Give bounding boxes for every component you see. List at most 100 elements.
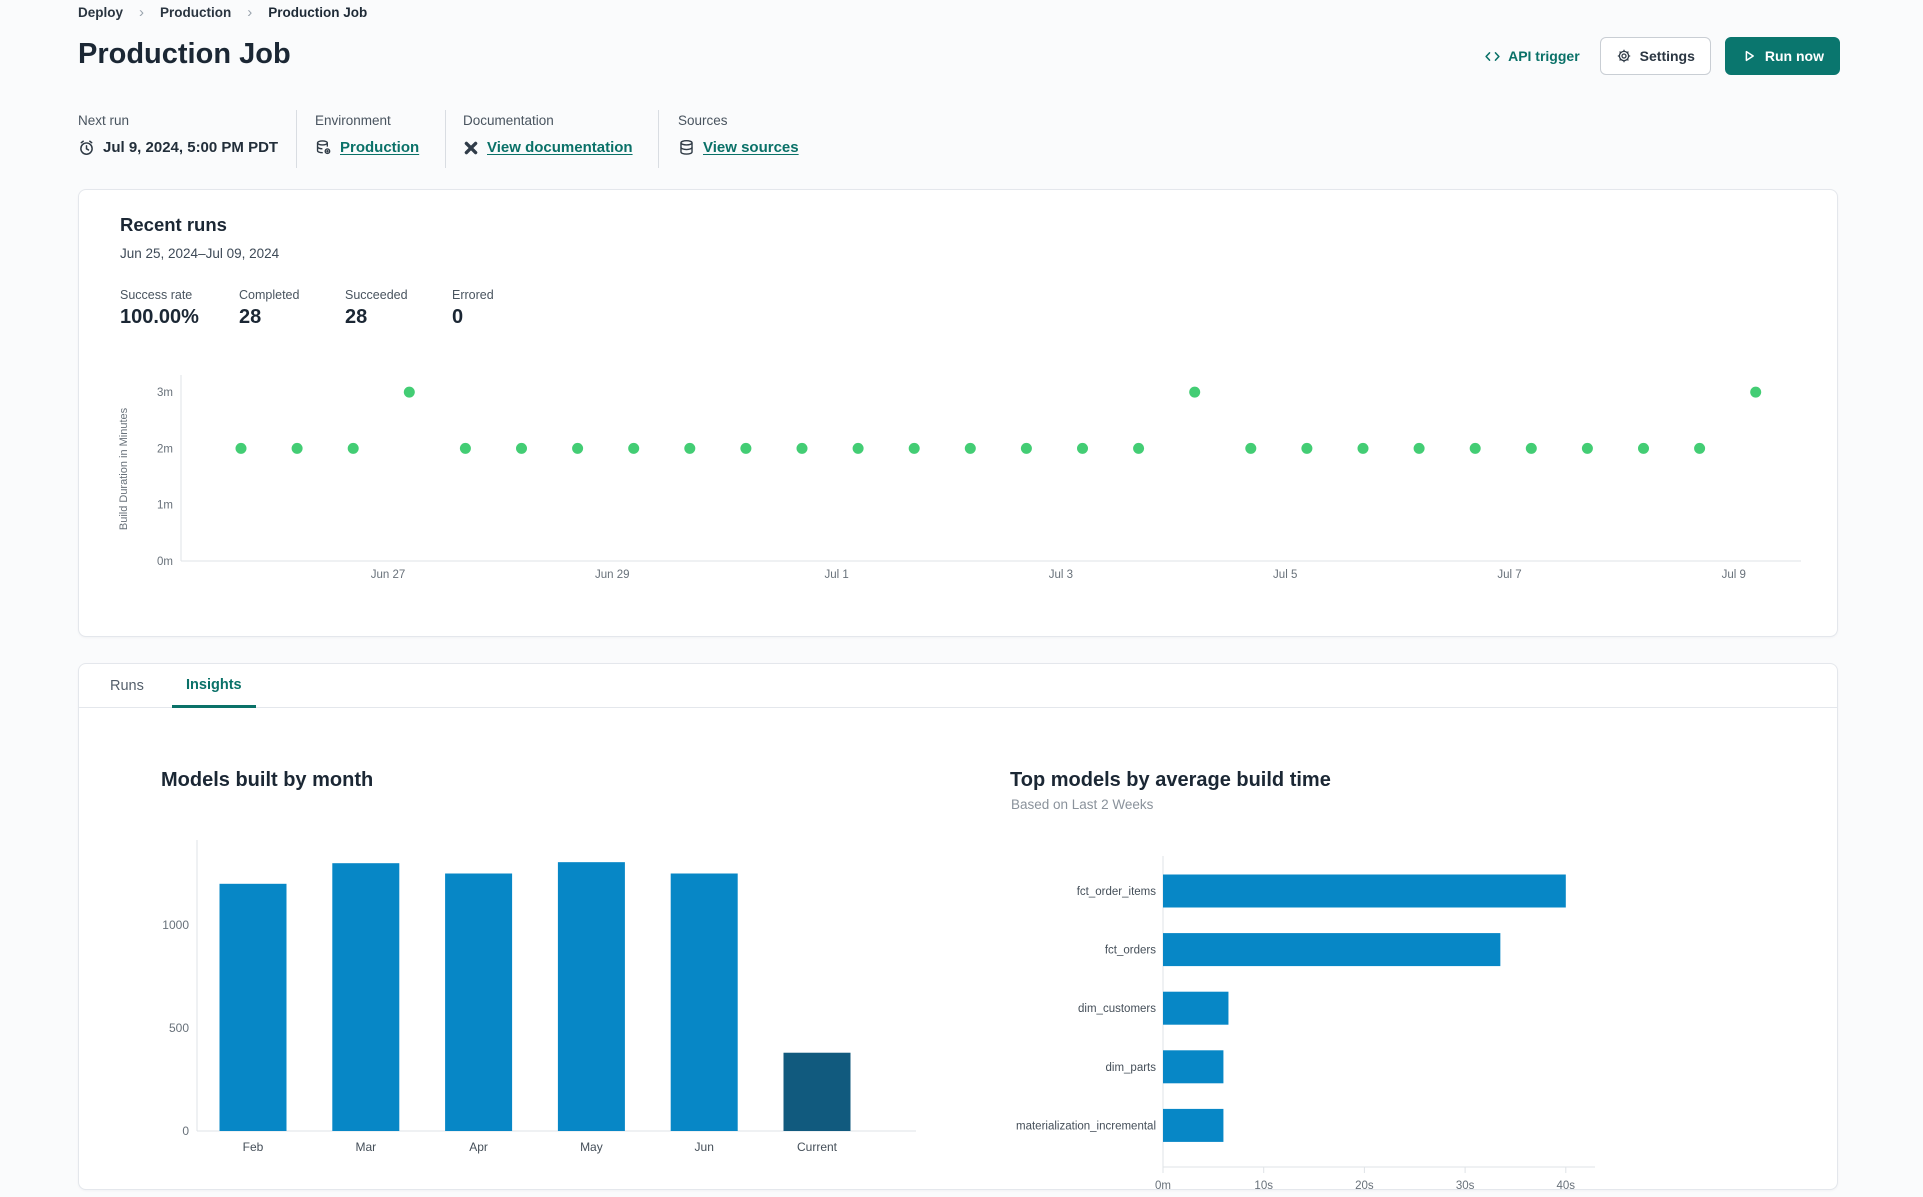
run-duration-dot[interactable] xyxy=(1694,442,1706,454)
stat-success-rate: Success rate 100.00% xyxy=(120,288,199,329)
run-duration-dot[interactable] xyxy=(235,442,247,454)
run-duration-dot[interactable] xyxy=(403,386,415,398)
month-bar-may[interactable] xyxy=(557,862,625,1131)
x-tick-label: Apr xyxy=(469,1140,488,1154)
run-duration-dot[interactable] xyxy=(796,442,808,454)
x-tick-label: Jul 1 xyxy=(824,569,848,581)
environment-label: Environment xyxy=(315,113,391,128)
model-label: dim_customers xyxy=(1078,1003,1156,1015)
run-duration-dot[interactable] xyxy=(1413,442,1425,454)
x-tick-label: Jun 27 xyxy=(371,569,406,581)
api-trigger-label: API trigger xyxy=(1508,48,1580,64)
breadcrumb: Deploy › Production › Production Job xyxy=(78,4,367,21)
top-models-title: Top models by average build time xyxy=(1010,769,1331,791)
run-duration-dot[interactable] xyxy=(1077,442,1088,454)
run-duration-dot[interactable] xyxy=(1133,442,1145,454)
view-documentation-link[interactable]: View documentation xyxy=(487,139,633,156)
run-duration-dot[interactable] xyxy=(1638,442,1649,454)
month-bar-current[interactable] xyxy=(783,1052,851,1131)
database-icon xyxy=(678,139,695,156)
model-bar-materialization_incremental[interactable] xyxy=(1163,1108,1224,1142)
header-actions: API trigger Settings Run now xyxy=(1484,36,1840,76)
models-by-month-title: Models built by month xyxy=(161,769,374,791)
x-tick-label: 30s xyxy=(1456,1180,1475,1190)
run-duration-dot[interactable] xyxy=(852,442,864,454)
y-tick-label: 1m xyxy=(157,500,173,512)
run-duration-dot[interactable] xyxy=(1469,442,1481,454)
run-duration-dot[interactable] xyxy=(1750,386,1762,398)
x-tick-label: 10s xyxy=(1254,1180,1273,1190)
scatter-y-axis-title: Build Duration in Minutes xyxy=(118,407,130,530)
tab-bar: Runs Insights xyxy=(79,664,1837,708)
dbt-docs-icon xyxy=(463,140,479,156)
run-duration-dot[interactable] xyxy=(1245,442,1257,454)
page-title: Production Job xyxy=(78,38,291,70)
model-label: materialization_incremental xyxy=(1016,1120,1156,1132)
stat-label: Errored xyxy=(452,288,494,302)
play-icon xyxy=(1741,48,1757,64)
month-bar-feb[interactable] xyxy=(219,883,287,1131)
model-bar-fct_orders[interactable] xyxy=(1163,933,1501,967)
run-duration-dot[interactable] xyxy=(1581,442,1593,454)
stat-value: 28 xyxy=(345,306,368,328)
run-duration-dot[interactable] xyxy=(964,442,976,454)
run-duration-dot[interactable] xyxy=(347,442,359,454)
run-duration-dot[interactable] xyxy=(684,442,696,454)
run-duration-dot[interactable] xyxy=(1189,386,1201,398)
breadcrumb-item-production[interactable]: Production xyxy=(160,5,231,20)
model-label: dim_parts xyxy=(1106,1062,1157,1074)
run-duration-dot[interactable] xyxy=(572,442,584,454)
meta-sources: Sources View sources xyxy=(678,113,799,156)
x-tick-label: Current xyxy=(797,1140,838,1154)
x-tick-label: Jun 29 xyxy=(595,569,630,581)
chevron-right-icon: › xyxy=(139,4,145,21)
stat-completed: Completed 28 xyxy=(239,288,299,329)
divider xyxy=(658,110,659,168)
run-now-button[interactable]: Run now xyxy=(1724,37,1840,75)
x-tick-label: Jul 3 xyxy=(1049,569,1073,581)
stat-succeeded: Succeeded 28 xyxy=(345,288,408,329)
clock-icon xyxy=(78,139,95,156)
month-bar-jun[interactable] xyxy=(670,873,738,1132)
model-label: fct_orders xyxy=(1105,945,1156,957)
run-duration-dot[interactable] xyxy=(516,442,527,454)
stat-label: Success rate xyxy=(120,288,193,302)
run-duration-dot[interactable] xyxy=(1020,442,1032,454)
next-run-value: Jul 9, 2024, 5:00 PM PDT xyxy=(103,139,279,156)
run-duration-dot[interactable] xyxy=(459,442,471,454)
run-duration-dot[interactable] xyxy=(291,442,303,454)
y-tick-label: 0m xyxy=(157,556,173,568)
model-bar-fct_order_items[interactable] xyxy=(1163,874,1566,908)
tab-insights[interactable]: Insights xyxy=(172,664,256,708)
production-job-page: Deploy › Production › Production Job Pro… xyxy=(0,0,1923,1197)
run-duration-dot[interactable] xyxy=(628,442,640,454)
recent-runs-date-range: Jun 25, 2024–Jul 09, 2024 xyxy=(120,246,280,261)
run-duration-dot[interactable] xyxy=(908,442,920,454)
breadcrumb-item-deploy[interactable]: Deploy xyxy=(78,5,123,20)
environment-link[interactable]: Production xyxy=(340,139,419,156)
x-tick-label: 40s xyxy=(1557,1180,1576,1190)
x-tick-label: Jul 9 xyxy=(1722,569,1746,581)
divider xyxy=(445,110,446,168)
x-tick-label: Jul 5 xyxy=(1273,569,1297,581)
view-sources-link[interactable]: View sources xyxy=(703,139,799,156)
recent-runs-card: Recent runs Jun 25, 2024–Jul 09, 2024 Su… xyxy=(78,189,1838,637)
top-models-chart: fct_order_items fct_orders dim_customersdi… xyxy=(1016,856,1595,1190)
run-duration-dot[interactable] xyxy=(1357,442,1369,454)
x-tick-label: Jul 7 xyxy=(1497,569,1521,581)
api-trigger-link[interactable]: API trigger xyxy=(1484,48,1580,65)
run-duration-dot[interactable] xyxy=(1525,442,1537,454)
settings-button[interactable]: Settings xyxy=(1599,37,1711,75)
model-label: fct_order_items xyxy=(1077,886,1157,898)
run-duration-dot[interactable] xyxy=(740,442,752,454)
run-duration-dot[interactable] xyxy=(1301,442,1313,454)
month-bar-mar[interactable] xyxy=(332,863,400,1131)
run-now-label: Run now xyxy=(1764,48,1824,64)
meta-documentation: Documentation View documentation xyxy=(463,113,633,156)
next-run-label: Next run xyxy=(78,113,130,128)
month-bar-apr[interactable] xyxy=(445,873,513,1132)
stat-label: Completed xyxy=(239,288,300,302)
tab-runs[interactable]: Runs xyxy=(96,664,158,708)
model-bar-dim_customers[interactable] xyxy=(1163,991,1229,1025)
model-bar-dim_parts[interactable] xyxy=(1163,1050,1224,1084)
